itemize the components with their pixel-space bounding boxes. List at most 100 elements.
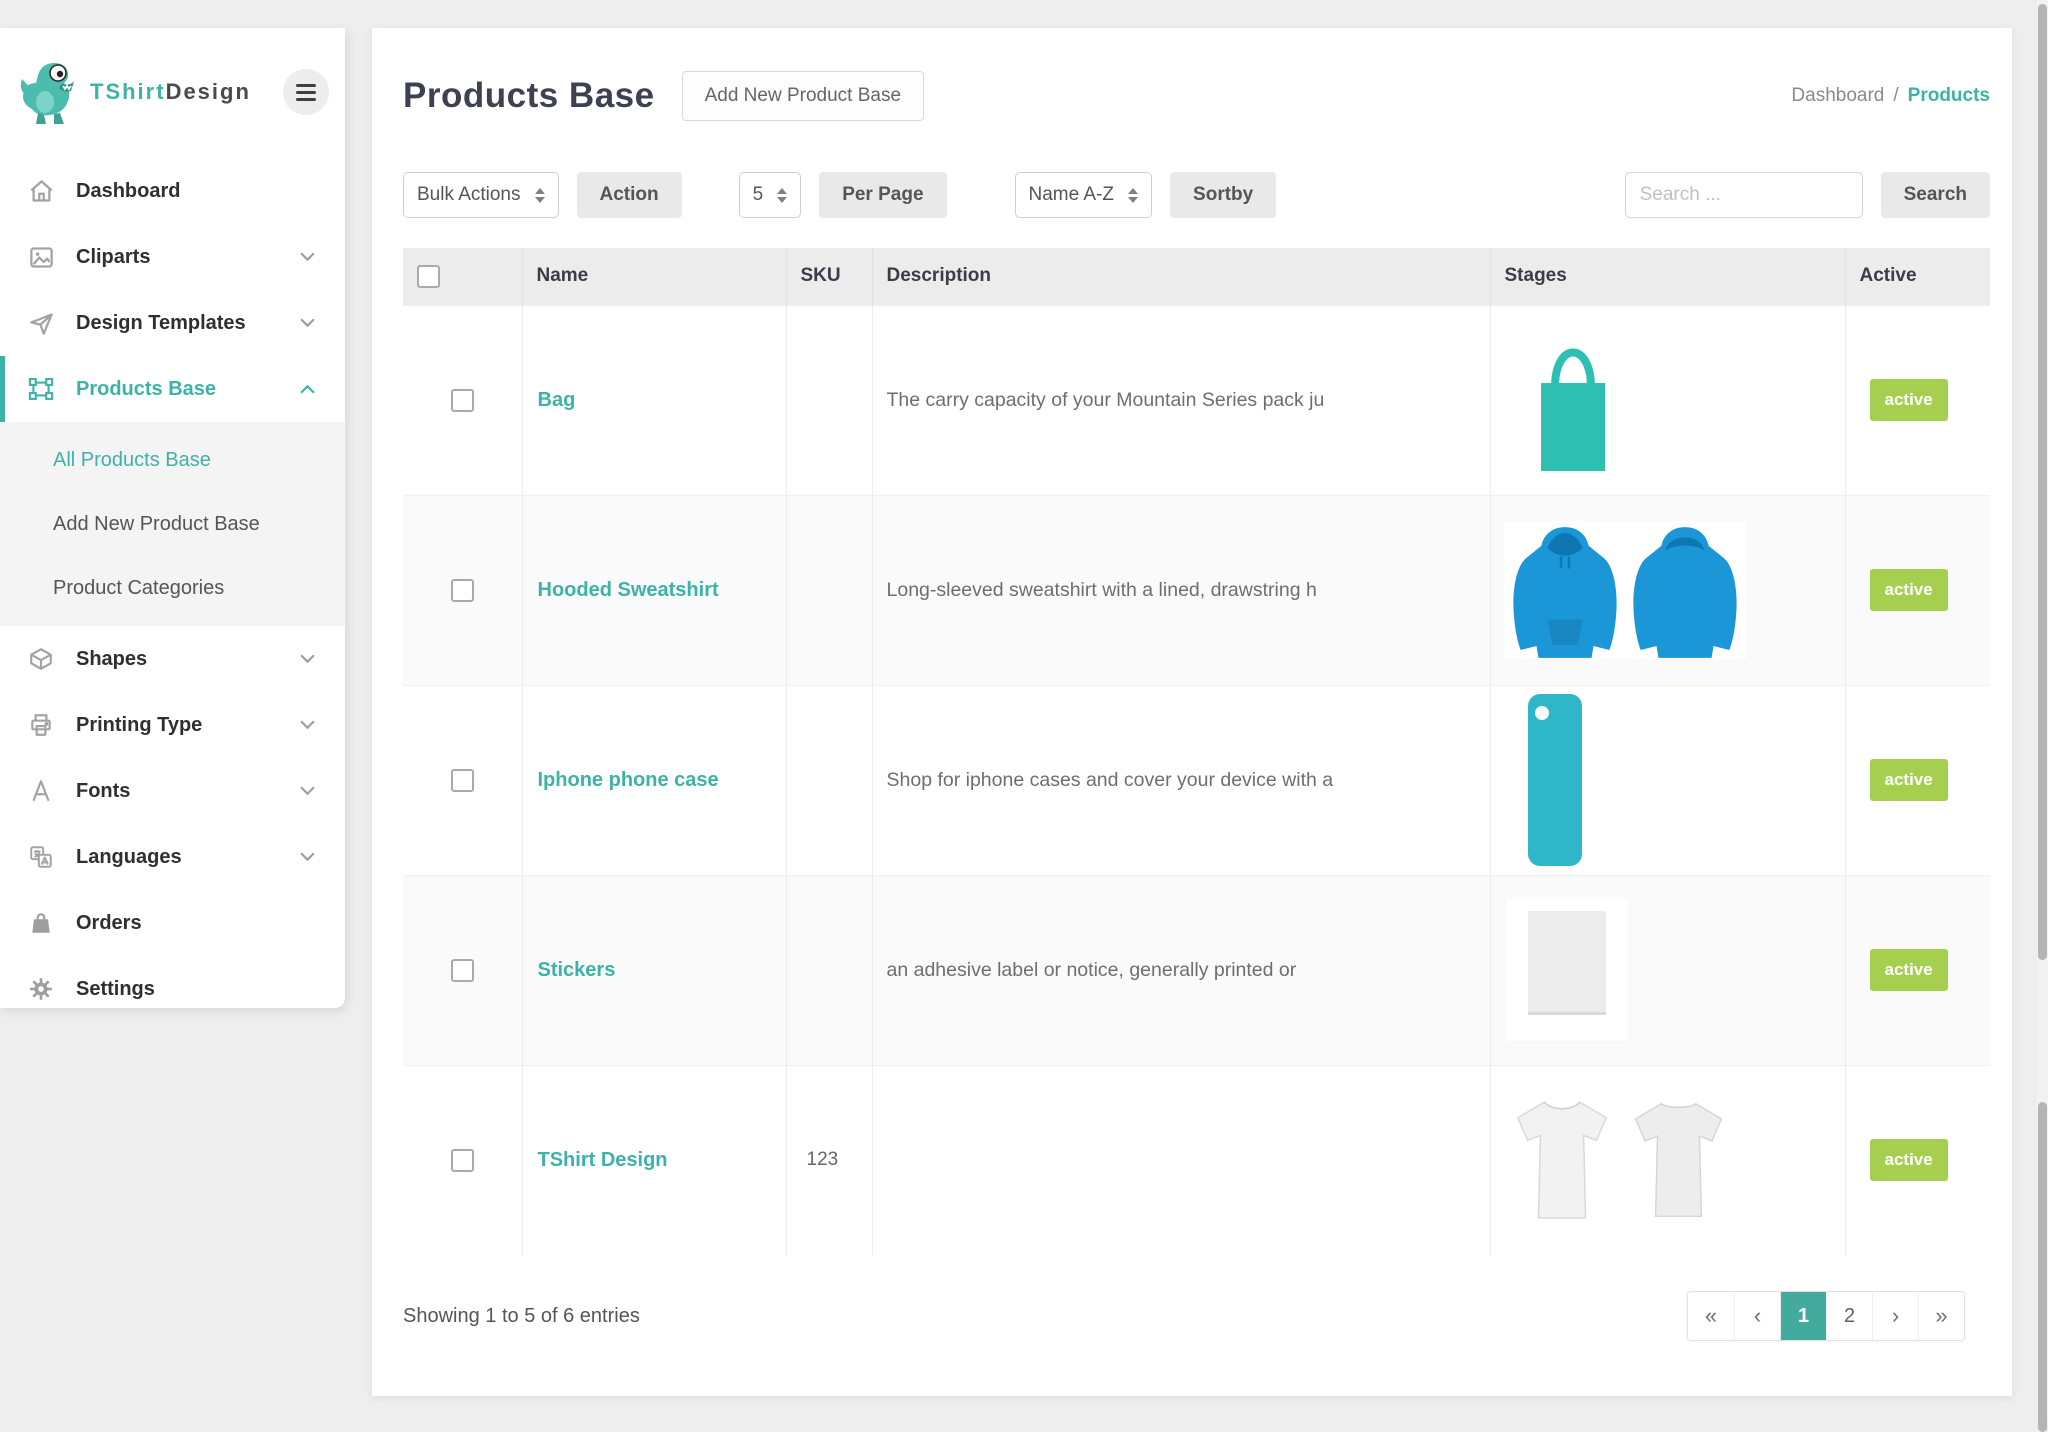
product-name-link[interactable]: Hooded Sweatshirt <box>523 579 719 602</box>
row-checkbox[interactable] <box>450 768 474 792</box>
sidebar-item-cliparts[interactable]: Cliparts <box>0 224 345 290</box>
pagination-last-button[interactable]: » <box>1918 1292 1964 1340</box>
per-page-value: 5 <box>752 184 764 205</box>
chevron-down-icon <box>300 720 315 730</box>
sidebar-item-fonts[interactable]: Fonts <box>0 758 345 824</box>
submenu-item-all-products-base[interactable]: All Products Base <box>0 428 345 492</box>
bulk-actions-value: Bulk Actions <box>417 184 521 205</box>
scrollbar-thumb[interactable] <box>2038 1102 2047 1432</box>
sidebar-item-dashboard[interactable]: Dashboard <box>0 158 345 224</box>
chevron-down-icon <box>300 318 315 328</box>
submenu-item-product-categories[interactable]: Product Categories <box>0 556 345 620</box>
cube-icon <box>26 646 56 672</box>
action-button[interactable]: Action <box>576 172 682 218</box>
breadcrumb-dashboard-link[interactable]: Dashboard <box>1791 85 1884 107</box>
vertical-scrollbar[interactable] <box>2037 0 2048 1432</box>
letter-a-icon <box>26 778 56 804</box>
submenu-item-label: All Products Base <box>53 448 211 471</box>
pagination-first-button[interactable]: « <box>1688 1292 1734 1340</box>
sidebar-item-label: Fonts <box>76 779 131 802</box>
row-checkbox[interactable] <box>450 388 474 412</box>
sku-cell <box>785 684 872 875</box>
status-badge: active <box>1869 759 1948 801</box>
row-checkbox[interactable] <box>450 578 474 602</box>
entries-summary: Showing 1 to 5 of 6 entries <box>403 1304 640 1327</box>
search-button[interactable]: Search <box>1880 172 1990 218</box>
per-page-button[interactable]: Per Page <box>819 172 947 218</box>
product-name-link[interactable]: Stickers <box>523 959 616 982</box>
bulk-actions-select[interactable]: Bulk Actions <box>403 172 559 218</box>
sidebar-item-settings[interactable]: Settings <box>0 956 345 1022</box>
product-name-link[interactable]: Bag <box>523 389 576 412</box>
sort-select[interactable]: Name A-Z <box>1014 172 1153 218</box>
table-row: Iphone phone case Shop for iphone cases … <box>403 684 1990 875</box>
chevron-down-icon <box>300 786 315 796</box>
description-cell: an adhesive label or notice, generally p… <box>871 874 1490 1065</box>
brand-name: TShirtDesign <box>90 79 251 104</box>
sidebar-item-products-base[interactable]: Products Base <box>0 356 345 422</box>
status-badge: active <box>1869 569 1948 611</box>
sku-cell: 123 <box>785 1064 872 1255</box>
search-input[interactable] <box>1624 172 1863 218</box>
column-header-description: Description <box>871 248 1490 305</box>
submenu-item-label: Add New Product Base <box>53 512 260 535</box>
image-icon <box>26 244 56 271</box>
breadcrumb-current: Products <box>1907 85 1990 106</box>
sidebar-item-languages[interactable]: Languages <box>0 824 345 890</box>
scrollbar-thumb[interactable] <box>2038 4 2047 960</box>
sidebar-item-label: Cliparts <box>76 245 151 268</box>
select-spinner-icon <box>777 187 788 203</box>
description-cell: Shop for iphone cases and cover your dev… <box>871 684 1490 875</box>
select-spinner-icon <box>1128 187 1139 203</box>
breadcrumb-separator: / <box>1893 85 1899 106</box>
sidebar-item-printing-type[interactable]: Printing Type <box>0 692 345 758</box>
status-badge: active <box>1869 949 1948 991</box>
pagination-page-1-button[interactable]: 1 <box>1780 1292 1826 1340</box>
products-table: Name SKU Description Stages Active Bag T… <box>403 248 1990 1255</box>
column-header-name: Name <box>521 248 786 305</box>
pagination-next-button[interactable]: › <box>1872 1292 1918 1340</box>
chevron-down-icon <box>300 654 315 664</box>
product-name-link[interactable]: TShirt Design <box>523 1149 668 1172</box>
gear-icon <box>26 976 56 1002</box>
per-page-select[interactable]: 5 <box>738 172 802 218</box>
sidebar-item-label: Printing Type <box>76 713 203 736</box>
product-name-link[interactable]: Iphone phone case <box>523 769 719 792</box>
column-header-stages: Stages <box>1489 248 1845 305</box>
sticker-sheet-icon <box>1491 899 1845 1041</box>
table-row: Bag The carry capacity of your Mountain … <box>403 304 1990 495</box>
brand-header: TShirtDesign <box>0 28 345 140</box>
sidebar-item-orders[interactable]: Orders <box>0 890 345 956</box>
submenu-item-add-new-product-base[interactable]: Add New Product Base <box>0 492 345 556</box>
main-content: Products Base Add New Product Base Dashb… <box>372 28 2012 1396</box>
chevron-up-icon <box>300 384 315 394</box>
hamburger-menu-button[interactable] <box>283 69 329 115</box>
vector-square-icon <box>26 375 56 403</box>
table-row: Stickers an adhesive label or notice, ge… <box>403 874 1990 1065</box>
phone-case-icon <box>1526 692 1845 868</box>
sort-value: Name A-Z <box>1028 184 1115 205</box>
table-row: Hooded Sweatshirt Long-sleeved sweatshir… <box>403 494 1990 685</box>
select-spinner-icon <box>534 187 545 203</box>
sortby-button[interactable]: Sortby <box>1170 172 1277 218</box>
sidebar-item-label: Dashboard <box>76 179 181 202</box>
sidebar-nav: Dashboard Cliparts Design Templates Prod… <box>0 158 345 1022</box>
select-all-checkbox[interactable] <box>417 264 440 288</box>
breadcrumb: Dashboard / Products <box>1791 85 1990 107</box>
sidebar-item-label: Settings <box>76 977 155 1000</box>
chevron-down-icon <box>300 852 315 862</box>
submenu-item-label: Product Categories <box>53 576 225 599</box>
sidebar-item-design-templates[interactable]: Design Templates <box>0 290 345 356</box>
row-checkbox[interactable] <box>450 958 474 982</box>
pagination-prev-button[interactable]: ‹ <box>1734 1292 1780 1340</box>
sidebar: TShirtDesign Dashboard Cliparts Design T… <box>0 28 345 1008</box>
description-cell: Long-sleeved sweatshirt with a lined, dr… <box>871 494 1490 685</box>
add-new-product-base-button[interactable]: Add New Product Base <box>681 71 925 121</box>
sidebar-item-label: Orders <box>76 911 142 934</box>
row-checkbox[interactable] <box>450 1148 474 1172</box>
column-header-active: Active <box>1844 248 1990 305</box>
pagination-page-2-button[interactable]: 2 <box>1826 1292 1872 1340</box>
sku-cell <box>785 874 872 1065</box>
sidebar-item-shapes[interactable]: Shapes <box>0 626 345 692</box>
shopping-bag-icon <box>26 910 56 936</box>
